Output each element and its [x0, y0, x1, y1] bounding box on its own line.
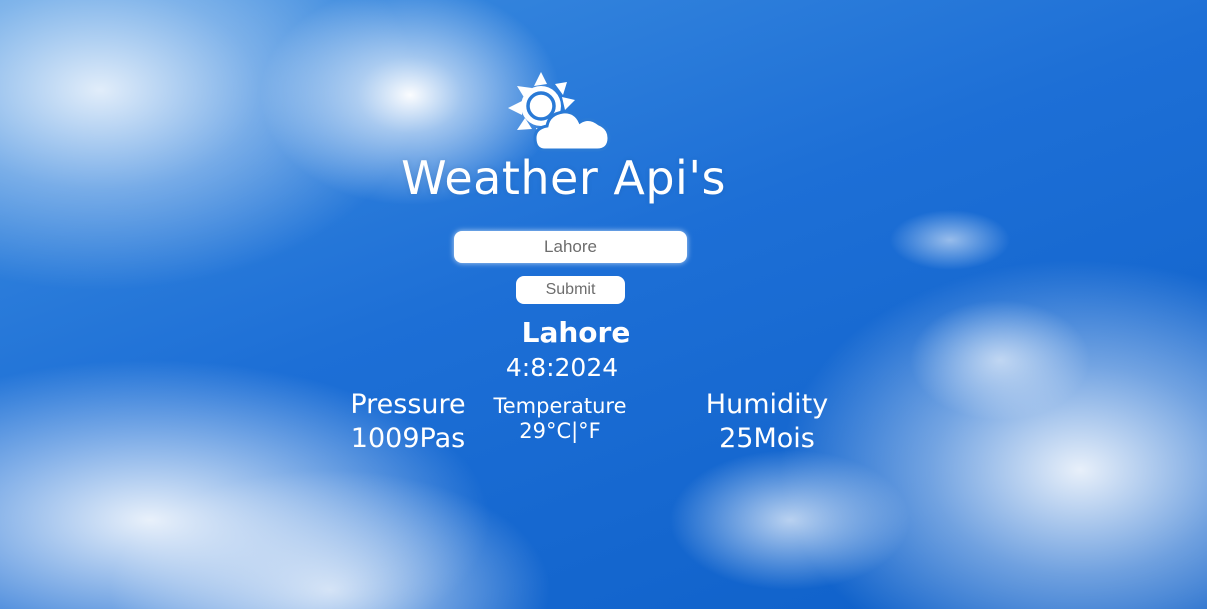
pressure-stat: Pressure 1009Pas	[340, 388, 476, 456]
temperature-stat: Temperature 29°C|°F	[484, 394, 636, 444]
weather-app: Weather Api's Submit Lahore 4:8:2024 Pre…	[0, 0, 1207, 609]
humidity-value: 25Mois	[719, 423, 815, 454]
humidity-stat: Humidity 25Mois	[690, 388, 844, 456]
city-search-input[interactable]	[454, 231, 687, 263]
submit-button[interactable]: Submit	[516, 276, 625, 304]
humidity-label: Humidity	[705, 389, 829, 420]
temperature-value: 29°C|°F	[519, 419, 601, 443]
temperature-label: Temperature	[493, 394, 627, 418]
city-name: Lahore	[521, 316, 631, 349]
app-title: Weather Api's	[401, 151, 726, 205]
date-text: 4:8:2024	[505, 353, 619, 382]
sun-behind-cloud-icon	[508, 72, 611, 152]
pressure-label: Pressure	[350, 389, 466, 420]
pressure-value: 1009Pas	[350, 423, 466, 454]
